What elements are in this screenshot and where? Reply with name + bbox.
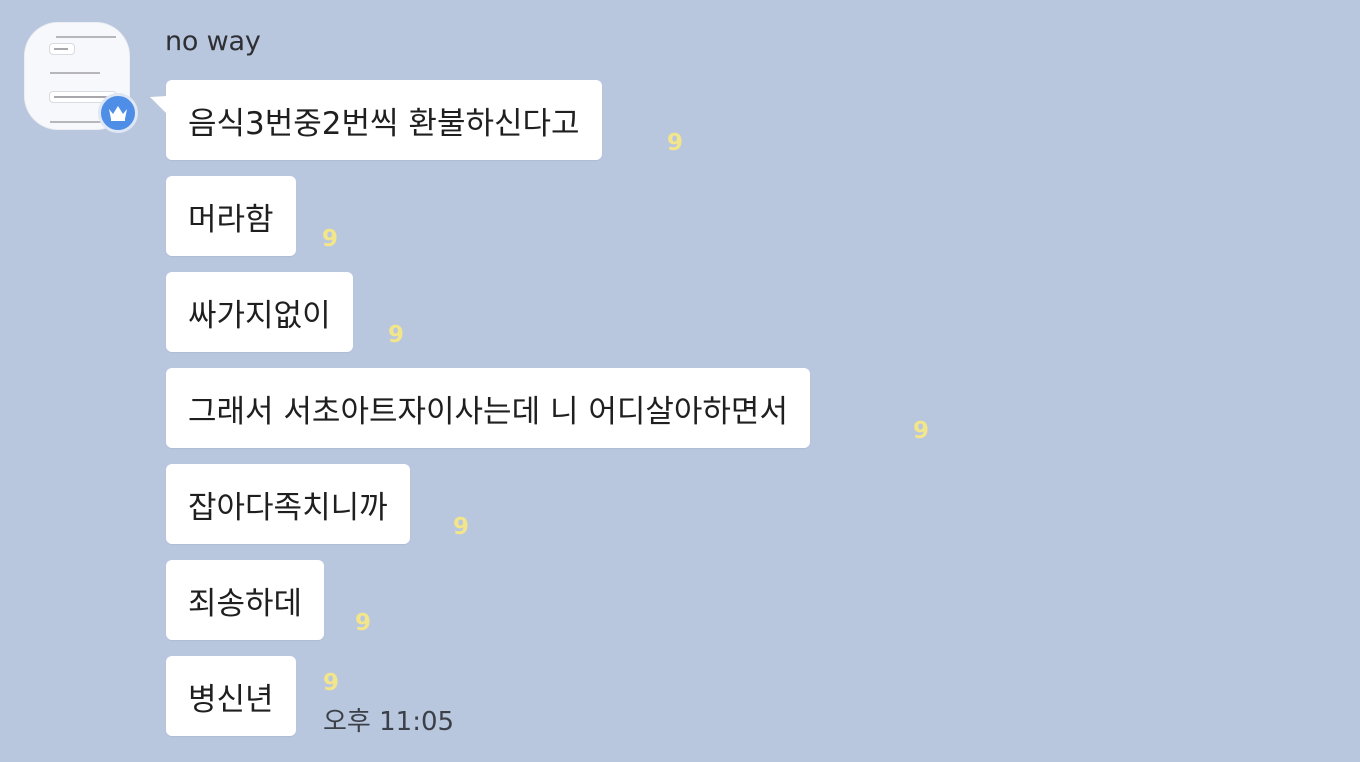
message-text: 잡아다족치니까 (188, 489, 388, 526)
crown-icon (98, 93, 138, 133)
unread-count: 9 (388, 322, 405, 348)
sender-name: no way (165, 26, 261, 57)
message-bubble[interactable]: 음식3번중2번씩 환불하신다고 (166, 80, 602, 160)
unread-count: 9 (453, 514, 470, 540)
unread-count: 9 (323, 670, 340, 696)
message-text: 죄송하데 (188, 585, 303, 622)
message-bubble[interactable]: 싸가지없이 (166, 272, 353, 352)
message-bubble[interactable]: 잡아다족치니까 (166, 464, 410, 544)
message-text: 싸가지없이 (188, 297, 331, 334)
message-bubble[interactable]: 병신년 (166, 656, 296, 736)
unread-count: 9 (322, 226, 339, 252)
message-bubble[interactable]: 죄송하데 (166, 560, 325, 640)
message-text: 머라함 (188, 201, 274, 238)
message-text: 그래서 서초아트자이사는데 니 어디살아하면서 (188, 393, 788, 430)
unread-count: 9 (355, 610, 372, 636)
message-text: 음식3번중2번씩 환불하신다고 (188, 105, 580, 142)
message-bubble[interactable]: 그래서 서초아트자이사는데 니 어디살아하면서 (166, 368, 810, 448)
message-timestamp: 오후 11:05 (323, 707, 455, 737)
message-text: 병신년 (188, 681, 274, 718)
unread-count: 9 (667, 130, 684, 156)
unread-count: 9 (913, 418, 930, 444)
message-bubble[interactable]: 머라함 (166, 176, 296, 256)
